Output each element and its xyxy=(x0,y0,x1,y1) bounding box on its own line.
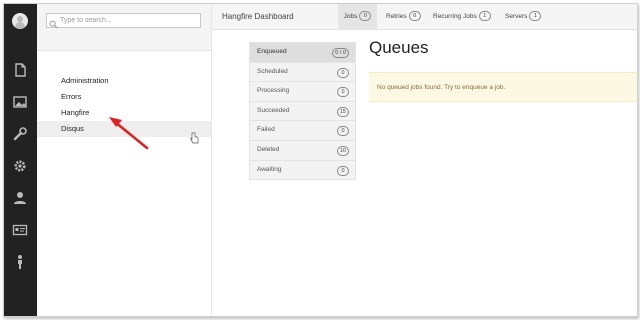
state-succeeded[interactable]: Succeeded 15 xyxy=(249,101,356,122)
hangfire-dashboard: Hangfire Dashboard Jobs 0 Retries 0 Recurr… xyxy=(212,4,637,316)
state-awaiting-label: Awaiting xyxy=(257,165,282,173)
tab-jobs[interactable]: Jobs 0 xyxy=(338,4,377,29)
avatar[interactable] xyxy=(12,13,28,29)
search-box[interactable] xyxy=(46,13,201,29)
user-icon[interactable] xyxy=(12,190,28,206)
state-deleted-label: Deleted xyxy=(257,145,280,153)
state-processing-badge: 0 xyxy=(337,87,349,98)
tab-recurring-jobs-badge: 1 xyxy=(478,11,491,21)
tab-retries[interactable]: Retries 0 xyxy=(386,4,421,29)
menu-item-administration[interactable]: Administration xyxy=(37,73,211,89)
tab-servers-label: Servers xyxy=(505,13,528,20)
state-processing-label: Processing xyxy=(257,87,290,95)
search-icon xyxy=(49,16,58,29)
mouse-cursor-icon xyxy=(190,132,199,144)
tab-recurring-jobs-label: Recurring Jobs xyxy=(433,13,477,20)
tab-jobs-label: Jobs xyxy=(343,13,358,20)
menu-panel: Administration Errors Hangfire Disqus xyxy=(37,4,212,316)
job-state-nav: Enqueued 0 / 0 Scheduled 0 Processing 0 … xyxy=(249,42,356,181)
state-failed-badge: 0 xyxy=(337,126,349,137)
state-enqueued-badge: 0 / 0 xyxy=(332,48,349,58)
state-deleted-badge: 10 xyxy=(336,145,349,156)
brand-link[interactable]: Hangfire Dashboard xyxy=(222,4,294,29)
tab-retries-badge: 0 xyxy=(408,11,421,21)
screenshot-frame: Administration Errors Hangfire Disqus Ha… xyxy=(3,3,638,317)
page-title: Queues xyxy=(369,38,429,57)
tab-servers[interactable]: Servers 1 xyxy=(505,4,542,29)
document-icon[interactable] xyxy=(12,62,28,78)
tab-recurring-jobs[interactable]: Recurring Jobs 1 xyxy=(433,4,491,29)
state-enqueued-label: Enqueued xyxy=(257,48,287,55)
state-enqueued[interactable]: Enqueued 0 / 0 xyxy=(249,42,356,63)
menu-item-errors[interactable]: Errors xyxy=(37,89,211,105)
state-scheduled-badge: 0 xyxy=(337,67,349,78)
image-icon[interactable] xyxy=(12,94,28,110)
state-awaiting[interactable]: Awaiting 0 xyxy=(249,160,356,181)
empty-queue-alert: No queued jobs found. Try to enqueue a j… xyxy=(369,72,637,102)
tab-retries-label: Retries xyxy=(386,13,407,20)
id-card-icon[interactable] xyxy=(12,222,28,238)
person-icon[interactable] xyxy=(12,254,28,270)
state-failed-label: Failed xyxy=(257,126,275,134)
state-succeeded-label: Succeeded xyxy=(257,106,290,114)
search-strip xyxy=(37,4,211,51)
state-scheduled[interactable]: Scheduled 0 xyxy=(249,62,356,83)
state-deleted[interactable]: Deleted 10 xyxy=(249,140,356,161)
state-awaiting-badge: 0 xyxy=(337,165,349,176)
state-failed[interactable]: Failed 0 xyxy=(249,121,356,141)
tab-jobs-badge: 0 xyxy=(359,11,372,21)
icon-rail xyxy=(4,4,37,316)
annotation-arrow xyxy=(109,117,149,150)
state-succeeded-badge: 15 xyxy=(336,106,349,117)
state-processing[interactable]: Processing 0 xyxy=(249,82,356,102)
search-input[interactable] xyxy=(60,14,196,27)
tab-servers-badge: 1 xyxy=(529,11,542,21)
top-navbar: Hangfire Dashboard Jobs 0 Retries 0 Recurr… xyxy=(212,4,637,30)
wrench-icon[interactable] xyxy=(12,126,28,142)
gear-icon[interactable] xyxy=(12,158,28,174)
state-scheduled-label: Scheduled xyxy=(257,67,288,75)
